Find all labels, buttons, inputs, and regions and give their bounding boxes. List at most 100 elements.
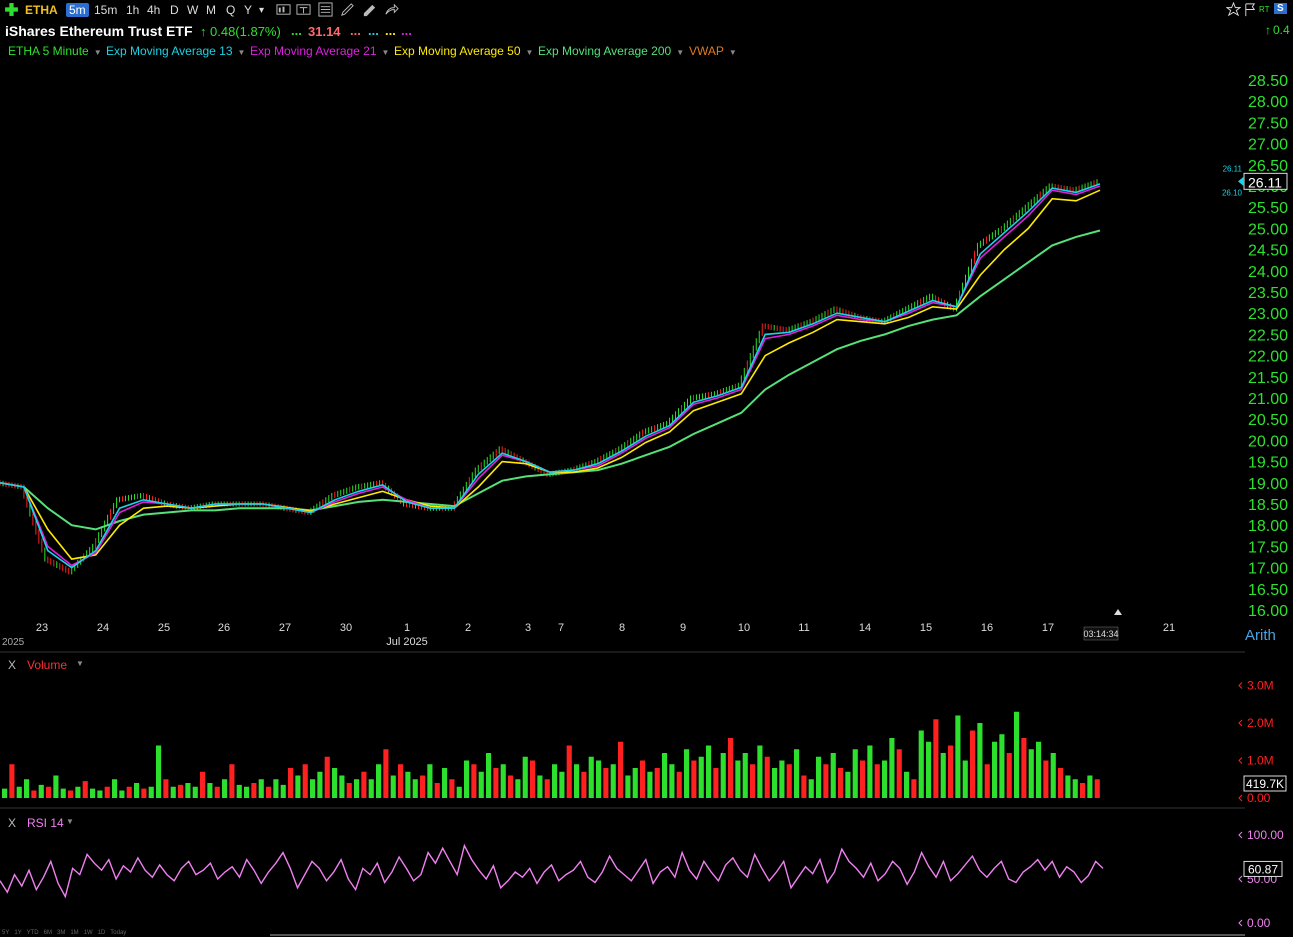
volume-bar bbox=[1080, 783, 1086, 798]
volume-bar bbox=[471, 764, 477, 798]
price-axis-tick: 19.50 bbox=[1248, 455, 1288, 472]
volume-bar bbox=[860, 760, 866, 798]
volume-bar bbox=[280, 784, 286, 798]
volume-bar bbox=[222, 779, 228, 798]
volume-bar bbox=[405, 771, 411, 798]
volume-bar bbox=[1058, 768, 1064, 798]
scale-type-label[interactable]: Arith bbox=[1245, 627, 1276, 644]
chart-canvas[interactable]: 28.5028.0027.5027.0026.5026.0025.5025.00… bbox=[0, 0, 1293, 937]
volume-bar bbox=[691, 760, 697, 798]
volume-bar bbox=[368, 779, 374, 798]
price-axis-tick: 23.00 bbox=[1248, 306, 1288, 323]
volume-bar bbox=[214, 786, 220, 798]
volume-bar bbox=[632, 768, 638, 798]
volume-bar bbox=[324, 756, 330, 798]
volume-bar bbox=[104, 786, 110, 798]
price-axis-tick: 17.00 bbox=[1248, 561, 1288, 578]
price-axis-tick: 17.50 bbox=[1248, 539, 1288, 556]
volume-bar bbox=[449, 779, 455, 798]
time-axis-label: 7 bbox=[558, 622, 564, 634]
volume-bar bbox=[508, 775, 514, 798]
price-axis-tick: 28.00 bbox=[1248, 94, 1288, 111]
volume-bar bbox=[772, 768, 778, 798]
range-today[interactable]: Today bbox=[110, 930, 126, 936]
volume-bar bbox=[706, 745, 712, 798]
volume-bar bbox=[119, 790, 125, 798]
range-1w[interactable]: 1W bbox=[84, 930, 93, 936]
range-1d[interactable]: 1D bbox=[98, 930, 106, 936]
volume-bar bbox=[610, 764, 616, 798]
price-axis-tick: 24.50 bbox=[1248, 243, 1288, 260]
last-price-pointer-icon bbox=[1238, 176, 1244, 187]
time-axis-sublabel: Jul 2025 bbox=[386, 636, 428, 648]
price-axis-tick: 26.50 bbox=[1248, 158, 1288, 175]
volume-pane-label[interactable]: Volume bbox=[27, 658, 67, 672]
volume-axis-tick: 3.0M bbox=[1247, 679, 1274, 693]
volume-bar bbox=[552, 764, 558, 798]
range-6m[interactable]: 6M bbox=[44, 930, 52, 936]
rsi-pane-label[interactable]: RSI 14 bbox=[27, 816, 64, 830]
volume-bar bbox=[713, 768, 719, 798]
volume-bar bbox=[156, 745, 162, 798]
volume-bar bbox=[354, 779, 360, 798]
range-1m[interactable]: 1M bbox=[70, 930, 78, 936]
volume-bar bbox=[537, 775, 543, 798]
volume-bar bbox=[302, 764, 308, 798]
volume-last-label: 419.7K bbox=[1246, 777, 1284, 791]
volume-bar bbox=[82, 781, 88, 798]
volume-bar bbox=[185, 783, 191, 798]
volume-bar bbox=[742, 753, 748, 798]
volume-bar bbox=[977, 723, 983, 798]
volume-bar bbox=[1094, 779, 1100, 798]
volume-bar bbox=[295, 775, 301, 798]
volume-bar bbox=[112, 779, 118, 798]
range-5y[interactable]: 5Y bbox=[2, 930, 9, 936]
series-line bbox=[23, 229, 1101, 531]
volume-bar bbox=[684, 749, 690, 798]
volume-bar bbox=[126, 786, 132, 798]
chevron-down-icon[interactable]: ▼ bbox=[66, 817, 74, 826]
time-axis-label: 8 bbox=[619, 622, 625, 634]
range-1y[interactable]: 1Y bbox=[14, 930, 21, 936]
volume-bar bbox=[1043, 760, 1049, 798]
rsi-axis-tick: 0.00 bbox=[1247, 916, 1271, 930]
time-axis-label: 26 bbox=[218, 622, 230, 634]
volume-bar bbox=[258, 779, 264, 798]
chevron-down-icon[interactable]: ▼ bbox=[76, 659, 84, 668]
volume-bar bbox=[654, 768, 660, 798]
volume-bar bbox=[170, 786, 176, 798]
volume-bar bbox=[317, 771, 323, 798]
volume-bar bbox=[9, 764, 15, 798]
volume-bar bbox=[1036, 741, 1042, 798]
volume-bar bbox=[882, 760, 888, 798]
time-axis-label: 9 bbox=[680, 622, 686, 634]
volume-bar bbox=[940, 753, 946, 798]
volume-bar bbox=[31, 790, 37, 798]
volume-bar bbox=[1028, 749, 1034, 798]
range-3m[interactable]: 3M bbox=[57, 930, 65, 936]
tick-arrow-icon bbox=[1238, 794, 1243, 802]
volume-bar bbox=[266, 786, 272, 798]
volume-bar bbox=[999, 734, 1005, 798]
tick-arrow-icon bbox=[1238, 719, 1243, 727]
time-axis-label: 30 bbox=[340, 622, 352, 634]
volume-bar bbox=[251, 783, 257, 798]
volume-bar bbox=[38, 784, 44, 798]
price-axis-tick: 22.00 bbox=[1248, 349, 1288, 366]
rsi-close-button[interactable]: X bbox=[8, 816, 16, 830]
volume-bar bbox=[588, 756, 594, 798]
rsi-line bbox=[0, 843, 1104, 899]
volume-bar bbox=[90, 788, 96, 798]
volume-bar bbox=[1050, 753, 1056, 798]
time-axis-label: 23 bbox=[36, 622, 48, 634]
volume-bar bbox=[493, 768, 499, 798]
volume-bar bbox=[16, 786, 22, 798]
volume-bar bbox=[464, 760, 470, 798]
rsi-last-label: 60.87 bbox=[1248, 862, 1278, 876]
volume-close-button[interactable]: X bbox=[8, 658, 16, 672]
volume-bar bbox=[68, 790, 74, 798]
volume-bar bbox=[559, 771, 565, 798]
volume-bar bbox=[178, 784, 184, 798]
volume-bar bbox=[566, 745, 572, 798]
range-ytd[interactable]: YTD bbox=[27, 930, 39, 936]
